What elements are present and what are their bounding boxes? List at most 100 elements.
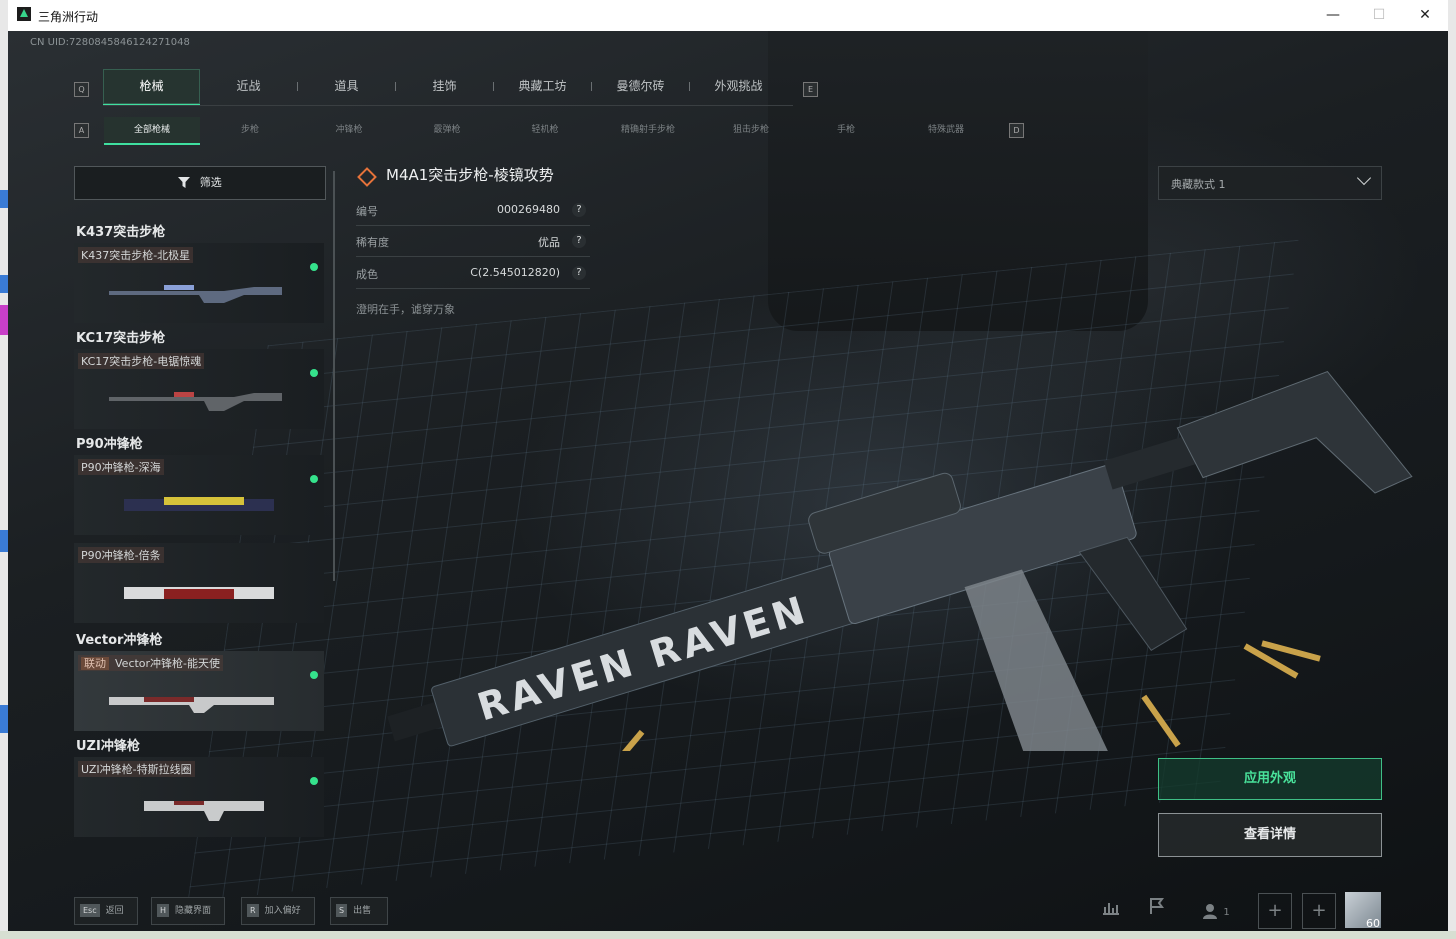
flag-icon[interactable]: [1140, 893, 1174, 927]
team-icon[interactable]: 1: [1196, 893, 1236, 927]
subtab-rifle[interactable]: 步枪: [208, 117, 292, 143]
background-app-right: [1448, 0, 1456, 939]
filter-label: 筛选: [199, 176, 222, 189]
close-button[interactable]: ✕: [1402, 0, 1448, 31]
equipped-indicator: [310, 671, 318, 679]
plus-icon: +: [1267, 900, 1283, 921]
background-app-bottom: [0, 931, 1456, 939]
subtab-sniper[interactable]: 狙击步枪: [706, 117, 796, 143]
background-app-strip: [0, 0, 8, 939]
tab-mandel-brick[interactable]: 曼德尔砖: [592, 69, 689, 104]
subtab-all-guns[interactable]: 全部枪械: [104, 117, 200, 145]
info-key: 编号: [356, 205, 378, 218]
tab-next-key[interactable]: E: [803, 82, 818, 97]
hotkey-label: 出售: [353, 906, 372, 916]
hotkey-key: S: [336, 904, 348, 917]
help-icon[interactable]: ?: [572, 203, 586, 217]
info-key: 稀有度: [356, 236, 389, 249]
minimize-button[interactable]: —: [1310, 0, 1356, 31]
equipped-indicator: [310, 369, 318, 377]
hotkey-key: R: [247, 904, 259, 917]
avatar[interactable]: 60: [1345, 892, 1381, 930]
filter-button[interactable]: 筛选: [74, 166, 326, 200]
info-row-id: 编号 000269480 ?: [356, 197, 590, 226]
weapon-list[interactable]: K437突击步枪 K437突击步枪-北极星 KC17突击步枪 KC17突击步枪-…: [74, 203, 326, 858]
tab-charms[interactable]: 挂饰: [396, 69, 493, 104]
group-title: KC17突击步枪: [76, 331, 166, 346]
help-icon[interactable]: ?: [572, 266, 586, 280]
skin-name: 联动 Vector冲锋枪-能天使: [78, 655, 224, 671]
stats-icon[interactable]: [1094, 893, 1128, 927]
subtab-smg[interactable]: 冲锋枪: [304, 117, 394, 143]
hotkey-label: 返回: [105, 906, 124, 916]
sell-hotkey[interactable]: S 出售: [330, 897, 388, 925]
view-details-button[interactable]: 查看详情: [1158, 813, 1382, 857]
subtab-prev-key[interactable]: A: [74, 123, 89, 138]
plus-icon: +: [1311, 900, 1327, 921]
list-item[interactable]: UZI冲锋枪-特斯拉线圈: [74, 757, 324, 837]
weapon-thumbnail: [144, 801, 264, 821]
tab-underline: [103, 105, 793, 106]
weapon-thumbnail: [109, 697, 274, 713]
list-scrollbar[interactable]: [333, 171, 335, 581]
subtab-next-key[interactable]: D: [1009, 123, 1024, 138]
list-item[interactable]: KC17突击步枪-电锯惊魂: [74, 349, 324, 429]
tab-melee[interactable]: 近战: [200, 69, 297, 104]
style-select[interactable]: 典藏款式 1: [1158, 166, 1382, 200]
weapon-preview[interactable]: RAVEN RAVEN: [348, 331, 1438, 751]
back-hotkey[interactable]: Esc 返回: [74, 897, 138, 925]
skin-title: M4A1突击步枪-棱镜攻势: [386, 166, 554, 184]
equipped-indicator: [310, 475, 318, 483]
chevron-down-icon: [1356, 170, 1372, 186]
hotkey-key: Esc: [80, 904, 100, 917]
weapon-thumbnail: [109, 285, 282, 303]
info-value: 000269480: [497, 203, 560, 216]
title-bar: 三角洲行动 — ☐ ✕: [8, 0, 1448, 31]
skin-name: KC17突击步枪-电锯惊魂: [78, 353, 205, 369]
player-uid: CN UID:7280845846124271048: [30, 37, 190, 48]
group-title: UZI冲锋枪: [76, 739, 140, 754]
tab-appearance-challenge[interactable]: 外观挑战: [690, 69, 787, 104]
equipped-indicator: [310, 777, 318, 785]
subtab-shotgun[interactable]: 霰弹枪: [402, 117, 492, 143]
list-item-selected[interactable]: 联动 Vector冲锋枪-能天使: [74, 651, 324, 731]
tab-guns[interactable]: 枪械: [103, 69, 200, 106]
info-row-wear: 成色 C(2.545012820) ?: [356, 260, 590, 289]
tab-prev-key[interactable]: Q: [74, 82, 89, 97]
game-viewport: CN UID:7280845846124271048 Q 枪械 近战 道具 挂饰…: [8, 31, 1448, 931]
list-item[interactable]: P90冲锋枪-深海: [74, 455, 324, 535]
info-value: 优品: [538, 236, 560, 249]
tab-items[interactable]: 道具: [298, 69, 395, 104]
apply-skin-button[interactable]: 应用外观: [1158, 758, 1382, 800]
skin-name: P90冲锋枪-倍条: [78, 547, 164, 563]
app-logo-icon: [17, 7, 31, 21]
add-teammate-button[interactable]: +: [1258, 893, 1292, 929]
group-title: P90冲锋枪: [76, 437, 143, 452]
window-title: 三角洲行动: [38, 10, 99, 24]
hotkey-label: 加入偏好: [264, 906, 301, 916]
hide-ui-hotkey[interactable]: H 隐藏界面: [151, 897, 225, 925]
maximize-button[interactable]: ☐: [1356, 0, 1402, 31]
collab-tag: 联动: [81, 657, 109, 670]
style-select-value: 典藏款式 1: [1171, 178, 1226, 191]
list-item[interactable]: P90冲锋枪-倍条: [74, 543, 324, 623]
list-item[interactable]: K437突击步枪-北极星: [74, 243, 324, 323]
help-icon[interactable]: ?: [572, 234, 586, 248]
skin-motto: 澄明在手，谑穿万象: [356, 303, 455, 316]
subtab-pistol[interactable]: 手枪: [804, 117, 888, 143]
weapon-thumbnail: [109, 392, 282, 411]
equipped-indicator: [310, 263, 318, 271]
subtab-dmr[interactable]: 精确射手步枪: [598, 117, 698, 143]
tab-collection-workshop[interactable]: 典藏工坊: [494, 69, 591, 104]
add-favorite-hotkey[interactable]: R 加入偏好: [241, 897, 315, 925]
skin-name: UZI冲锋枪-特斯拉线圈: [78, 761, 195, 777]
subtab-lmg[interactable]: 轻机枪: [500, 117, 590, 143]
skin-name: P90冲锋枪-深海: [78, 459, 164, 475]
info-value: C(2.545012820): [470, 266, 560, 279]
info-row-rarity: 稀有度 优品 ?: [356, 228, 590, 257]
group-title: K437突击步枪: [76, 225, 166, 240]
hotkey-key: H: [157, 904, 170, 917]
subtab-special[interactable]: 特殊武器: [896, 117, 996, 143]
game-window: 三角洲行动 — ☐ ✕ CN UID:7280845846124271048 Q…: [8, 0, 1448, 931]
add-teammate-button[interactable]: +: [1302, 893, 1336, 929]
